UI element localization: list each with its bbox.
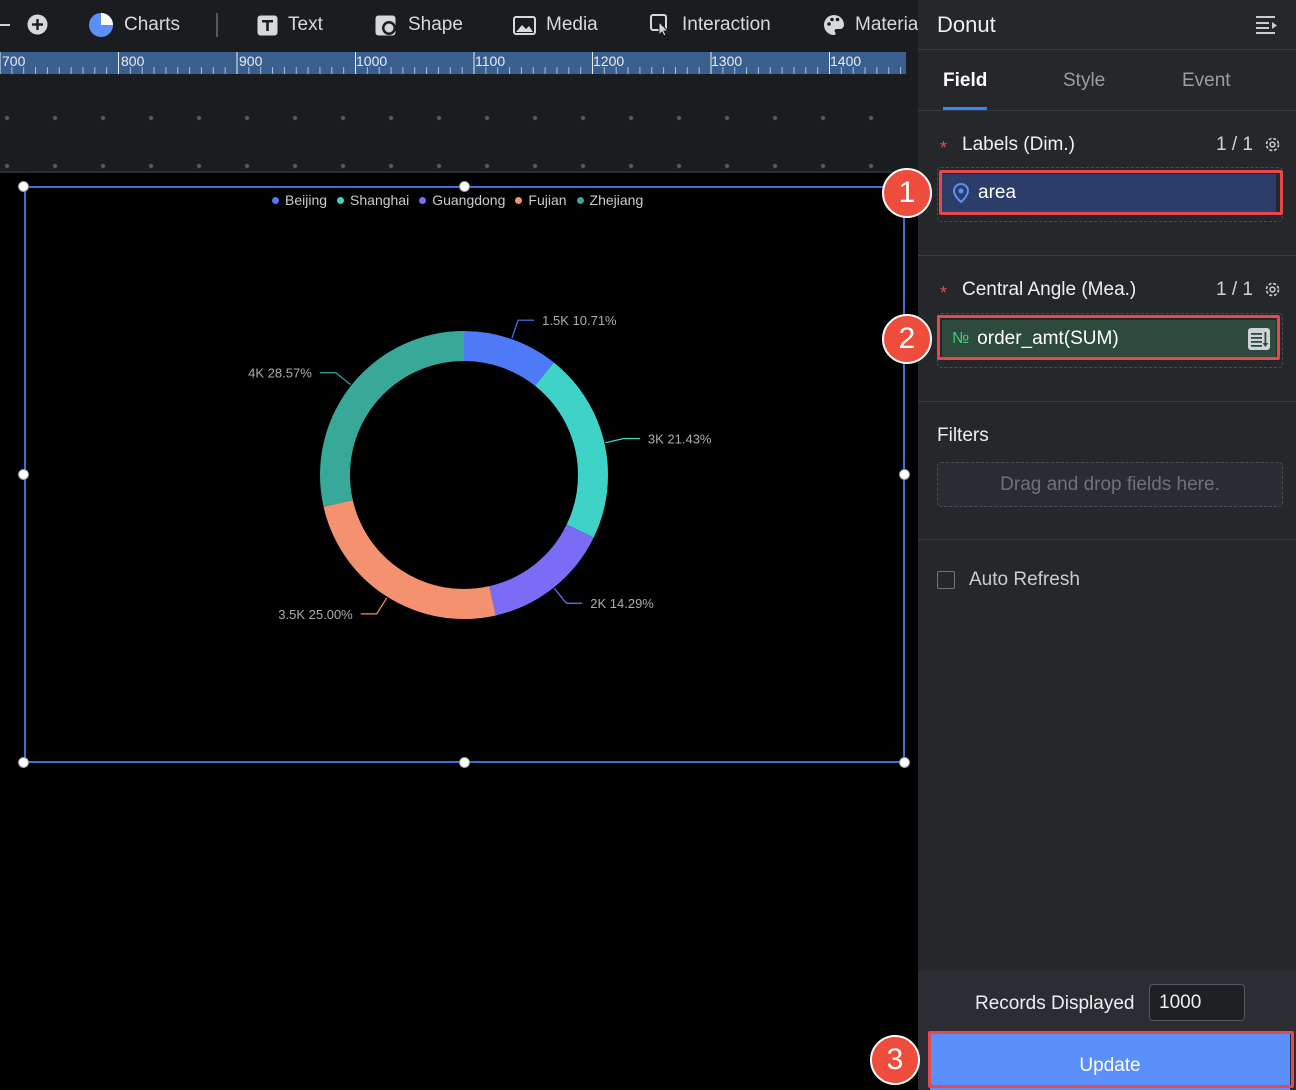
label-leader-line [511, 319, 535, 339]
panel-header: Donut [918, 0, 1296, 50]
step-badge-2: 2 [882, 314, 932, 364]
label-leader-line [319, 372, 352, 386]
label-leader-line [605, 437, 640, 444]
slice-data-label: 2K 14.29% [590, 596, 654, 611]
highlight-dimension-field [939, 170, 1283, 215]
auto-refresh-checkbox[interactable] [937, 571, 955, 589]
required-marker: * [940, 283, 948, 303]
tab-field[interactable]: Field [943, 70, 987, 92]
active-tab-indicator [943, 107, 987, 110]
slice-data-label: 1.5K 10.71% [542, 313, 617, 328]
filters-placeholder: Drag and drop fields here. [1000, 473, 1220, 495]
tab-style[interactable]: Style [1063, 70, 1105, 92]
gear-icon[interactable] [1264, 136, 1281, 153]
central-angle-title: Central Angle (Mea.) [962, 279, 1137, 300]
central-angle-count: 1 / 1 [1216, 279, 1253, 300]
panel-tabs: Field Style Event [918, 50, 1296, 111]
auto-refresh-label: Auto Refresh [969, 569, 1080, 590]
collapse-panel-icon[interactable] [1256, 15, 1278, 35]
label-leader-line [553, 587, 583, 604]
config-panel: Donut Field Style Event * Labels (Dim.) … [918, 0, 1296, 1090]
records-displayed-input[interactable] [1149, 984, 1245, 1021]
filters-title: Filters [937, 425, 989, 446]
slice-data-label: 3.5K 25.00% [278, 607, 353, 622]
required-marker: * [940, 138, 948, 158]
labels-dim-count: 1 / 1 [1216, 134, 1253, 155]
filters-dropzone[interactable]: Drag and drop fields here. [937, 462, 1283, 507]
donut-chart: 1.5K 10.71% 3K 21.43% 2K 14.29% 3.5K 25.00%… [248, 313, 712, 622]
gear-icon[interactable] [1264, 281, 1281, 298]
tab-event[interactable]: Event [1182, 70, 1231, 92]
highlight-measure-field [937, 315, 1280, 360]
label-leader-line [360, 597, 388, 615]
records-displayed-label: Records Displayed [975, 993, 1135, 1014]
step-badge-1: 1 [882, 168, 932, 218]
step-badge-3: 3 [870, 1035, 920, 1085]
slice-data-label: 4K 28.57% [248, 366, 312, 381]
slice-data-label: 3K 21.43% [648, 432, 712, 447]
highlight-update-button [928, 1031, 1294, 1088]
labels-dim-title: Labels (Dim.) [962, 134, 1075, 155]
panel-title: Donut [937, 11, 996, 37]
